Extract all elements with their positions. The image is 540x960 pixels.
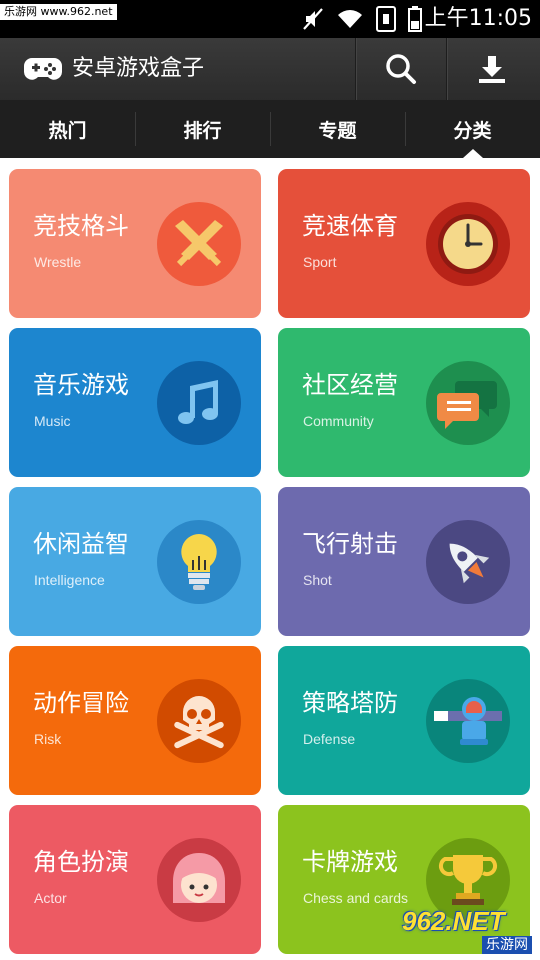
category-subtitle: Defense: [303, 731, 356, 747]
category-grid: 竞技格斗 Wrestle 竞速体育 Sport 音乐游戏 Music 社区经营 …: [0, 158, 540, 960]
tab-label: 分类: [453, 119, 492, 142]
wifi-icon: [338, 10, 362, 28]
category-title: 动作冒险: [33, 689, 129, 717]
category-card-music[interactable]: 音乐游戏 Music: [9, 328, 261, 477]
sim-icon: [376, 6, 396, 32]
search-button[interactable]: [356, 38, 446, 100]
category-subtitle: Sport: [303, 254, 337, 270]
app-title: 安卓游戏盒子: [72, 56, 205, 81]
clock-label: 上午11:05: [424, 6, 532, 31]
category-icon-circle: [157, 520, 241, 604]
status-icons: [302, 6, 422, 32]
status-bar: 乐游网 www.962.net 上午11:05: [0, 0, 540, 38]
girl-face-icon: [173, 853, 225, 903]
watermark-label: 乐游网 www.962.net: [0, 4, 117, 20]
turret-icon: [434, 697, 502, 745]
category-subtitle: Shot: [303, 572, 332, 588]
category-icon-circle: [426, 202, 510, 286]
category-title: 角色扮演: [33, 848, 129, 876]
chat-bubbles-icon: [437, 381, 497, 429]
category-card-intelligence[interactable]: 休闲益智 Intelligence: [9, 487, 261, 636]
download-button[interactable]: [447, 38, 537, 100]
mute-icon: [303, 8, 323, 30]
category-title: 竞技格斗: [33, 212, 129, 240]
download-icon: [479, 56, 505, 83]
tab-hot[interactable]: 热门: [0, 100, 135, 158]
category-subtitle: Wrestle: [34, 254, 82, 270]
rocket-icon: [449, 543, 490, 584]
category-icon-circle: [157, 838, 241, 922]
trophy-icon: [438, 855, 498, 905]
category-icon-circle: [157, 202, 241, 286]
music-note-icon: [178, 380, 218, 424]
category-title: 飞行射击: [302, 530, 398, 558]
battery-icon: [408, 6, 422, 32]
tab-ranking[interactable]: 排行: [135, 100, 270, 158]
category-subtitle: Risk: [34, 731, 62, 747]
watermark-badge-main: 962.NET: [402, 906, 505, 936]
category-card-sport[interactable]: 竞速体育 Sport: [278, 169, 530, 318]
watermark-badge: 962.NET 乐游网: [402, 906, 532, 954]
clock-icon: [438, 214, 498, 274]
category-subtitle: Music: [34, 413, 71, 429]
active-tab-indicator: [462, 149, 483, 158]
tab-label: 热门: [48, 119, 87, 142]
category-card-wrestle[interactable]: 竞技格斗 Wrestle: [9, 169, 261, 318]
category-subtitle: Chess and cards: [303, 890, 409, 906]
category-title: 竞速体育: [302, 212, 398, 240]
light-bulb-icon: [181, 534, 217, 590]
category-card-defense[interactable]: 策略塔防 Defense: [278, 646, 530, 795]
skull-crossbones-icon: [174, 696, 224, 749]
category-card-actor[interactable]: 角色扮演 Actor: [9, 805, 261, 954]
gamepad-icon: [24, 58, 62, 80]
category-card-community[interactable]: 社区经营 Community: [278, 328, 530, 477]
category-icon-circle: [426, 361, 510, 445]
category-subtitle: Community: [303, 413, 374, 429]
watermark-badge-sub: 乐游网: [482, 936, 532, 954]
search-icon: [386, 54, 416, 84]
category-title: 社区经营: [302, 371, 398, 399]
tab-topics[interactable]: 专题: [270, 100, 405, 158]
category-card-risk[interactable]: 动作冒险 Risk: [9, 646, 261, 795]
category-icon-circle: [157, 361, 241, 445]
category-title: 音乐游戏: [33, 371, 129, 399]
category-card-shot[interactable]: 飞行射击 Shot: [278, 487, 530, 636]
category-subtitle: Intelligence: [34, 572, 105, 588]
tab-bar: 热门 排行 专题 分类: [0, 100, 540, 158]
category-icon-circle: [426, 520, 510, 604]
crossed-swords-icon: [175, 220, 223, 267]
category-icon-circle: [426, 679, 510, 763]
category-title: 策略塔防: [302, 689, 398, 717]
tab-categories[interactable]: 分类: [405, 100, 540, 158]
category-icon-circle: [157, 679, 241, 763]
category-title: 卡牌游戏: [302, 848, 398, 876]
category-subtitle: Actor: [34, 890, 67, 906]
category-title: 休闲益智: [33, 530, 129, 558]
tab-label: 排行: [183, 119, 222, 142]
tab-label: 专题: [318, 119, 357, 142]
app-bar: 安卓游戏盒子: [0, 38, 540, 100]
